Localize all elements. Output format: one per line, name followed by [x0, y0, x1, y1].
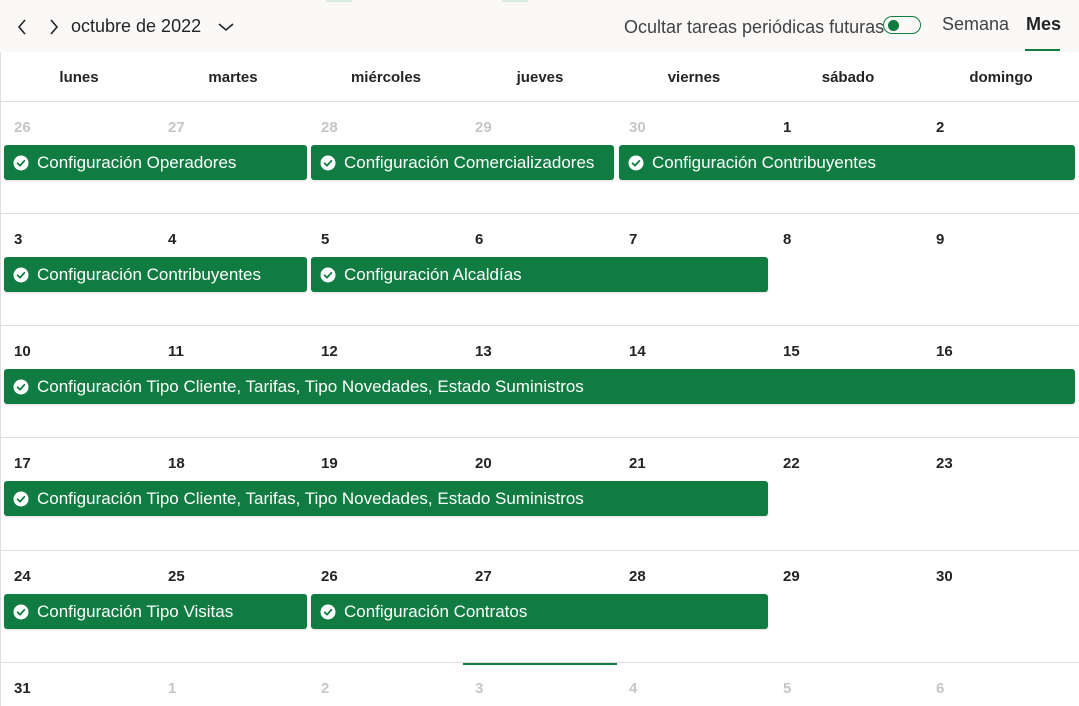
- day-number[interactable]: 28: [629, 568, 646, 585]
- day-number[interactable]: 5: [321, 231, 329, 248]
- day-number[interactable]: 13: [475, 343, 492, 360]
- day-number[interactable]: 2: [936, 119, 944, 136]
- day-number[interactable]: 17: [14, 455, 31, 472]
- day-number[interactable]: 25: [168, 568, 185, 585]
- week-separator: [0, 437, 1079, 438]
- day-number[interactable]: 5: [783, 680, 791, 697]
- day-number[interactable]: 12: [321, 343, 338, 360]
- check-circle-icon: [13, 155, 29, 170]
- day-number[interactable]: 31: [14, 680, 31, 697]
- day-number[interactable]: 18: [168, 455, 185, 472]
- task-bar[interactable]: Configuración Contratos: [311, 594, 768, 629]
- day-number[interactable]: 29: [475, 119, 492, 136]
- day-number[interactable]: 6: [475, 231, 483, 248]
- day-number[interactable]: 7: [629, 231, 637, 248]
- weekday-label: jueves: [516, 69, 564, 86]
- chevron-left-icon: [17, 19, 26, 35]
- weekday-label: lunes: [59, 69, 99, 86]
- task-label: Configuración Contratos: [344, 601, 528, 621]
- weekday-label: miércoles: [350, 69, 422, 86]
- weekday-label: martes: [208, 69, 258, 86]
- day-number[interactable]: 30: [936, 568, 953, 585]
- scroll-accent: [463, 663, 617, 665]
- day-number[interactable]: 1: [168, 680, 176, 697]
- task-bar[interactable]: Configuración Contribuyentes: [619, 145, 1075, 180]
- month-label[interactable]: octubre de 2022: [71, 16, 201, 37]
- check-circle-icon: [628, 155, 644, 170]
- day-number[interactable]: 1: [783, 119, 791, 136]
- task-bar[interactable]: Configuración Tipo Visitas: [4, 594, 307, 629]
- day-number[interactable]: 16: [936, 343, 953, 360]
- next-month-button[interactable]: [43, 15, 65, 39]
- day-number[interactable]: 22: [783, 455, 800, 472]
- day-number[interactable]: 15: [783, 343, 800, 360]
- day-number[interactable]: 26: [321, 568, 338, 585]
- check-circle-icon: [13, 379, 29, 394]
- weekday-label: domingo: [969, 69, 1033, 86]
- day-number[interactable]: 30: [629, 119, 646, 136]
- task-bar[interactable]: Configuración Contribuyentes: [4, 257, 307, 292]
- task-label: Configuración Operadores: [37, 152, 237, 172]
- day-number[interactable]: 27: [475, 568, 492, 585]
- day-number[interactable]: 4: [629, 680, 637, 697]
- week-separator: [0, 550, 1079, 551]
- day-number[interactable]: 26: [14, 119, 31, 136]
- check-circle-icon: [13, 491, 29, 506]
- day-number[interactable]: 21: [629, 455, 646, 472]
- weekday-header-row: lunes martes miércoles jueves viernes sá…: [0, 52, 1079, 102]
- active-tab-indicator: [1025, 49, 1060, 51]
- task-label: Configuración Contribuyentes: [652, 152, 876, 172]
- hide-recurring-label: Ocultar tareas periódicas futuras: [624, 17, 885, 37]
- calendar-header: octubre de 2022 Ocultar tareas periódica…: [0, 0, 1079, 52]
- weekday-label: sábado: [821, 69, 875, 86]
- tab-week[interactable]: Semana: [942, 14, 1009, 35]
- previous-month-button[interactable]: [11, 15, 33, 39]
- day-number[interactable]: 19: [321, 455, 338, 472]
- day-number[interactable]: 4: [168, 231, 176, 248]
- day-number[interactable]: 28: [321, 119, 338, 136]
- check-circle-icon: [320, 604, 336, 619]
- day-number[interactable]: 20: [475, 455, 492, 472]
- day-number[interactable]: 23: [936, 455, 953, 472]
- day-number[interactable]: 27: [168, 119, 185, 136]
- day-number[interactable]: 14: [629, 343, 646, 360]
- day-number[interactable]: 11: [168, 343, 184, 360]
- day-number[interactable]: 10: [14, 343, 31, 360]
- grid-left-border: [0, 52, 1, 706]
- day-number[interactable]: 8: [783, 231, 791, 248]
- task-bar[interactable]: Configuración Tipo Cliente, Tarifas, Tip…: [4, 481, 768, 516]
- task-label: Configuración Comercializadores: [344, 152, 595, 172]
- day-number[interactable]: 3: [14, 231, 22, 248]
- day-number[interactable]: 9: [936, 231, 944, 248]
- day-number[interactable]: 29: [783, 568, 800, 585]
- weekday-label: viernes: [667, 69, 721, 86]
- day-number[interactable]: 3: [475, 680, 483, 697]
- task-bar[interactable]: Configuración Operadores: [4, 145, 307, 180]
- task-bar[interactable]: Configuración Tipo Cliente, Tarifas, Tip…: [4, 369, 1075, 404]
- week-separator: [0, 325, 1079, 326]
- task-label: Configuración Tipo Cliente, Tarifas, Tip…: [37, 376, 584, 396]
- header-top-accent: [326, 0, 352, 2]
- day-number[interactable]: 2: [321, 680, 329, 697]
- header-top-accent: [502, 0, 528, 2]
- chevron-right-icon: [50, 19, 59, 35]
- task-label: Configuración Alcaldías: [344, 264, 522, 284]
- task-label: Configuración Contribuyentes: [37, 264, 261, 284]
- task-bar[interactable]: Configuración Comercializadores: [311, 145, 614, 180]
- week-separator: [0, 213, 1079, 214]
- day-number[interactable]: 24: [14, 568, 31, 585]
- hide-recurring-toggle[interactable]: [883, 16, 921, 34]
- check-circle-icon: [13, 604, 29, 619]
- check-circle-icon: [320, 155, 336, 170]
- tab-month[interactable]: Mes: [1026, 14, 1061, 35]
- month-picker-button[interactable]: [214, 15, 238, 39]
- task-label: Configuración Tipo Cliente, Tarifas, Tip…: [37, 488, 584, 508]
- check-circle-icon: [13, 267, 29, 282]
- check-circle-icon: [320, 267, 336, 282]
- chevron-down-icon: [218, 23, 234, 32]
- day-number[interactable]: 6: [936, 680, 944, 697]
- toggle-knob: [888, 19, 899, 31]
- task-label: Configuración Tipo Visitas: [37, 601, 234, 621]
- task-bar[interactable]: Configuración Alcaldías: [311, 257, 768, 292]
